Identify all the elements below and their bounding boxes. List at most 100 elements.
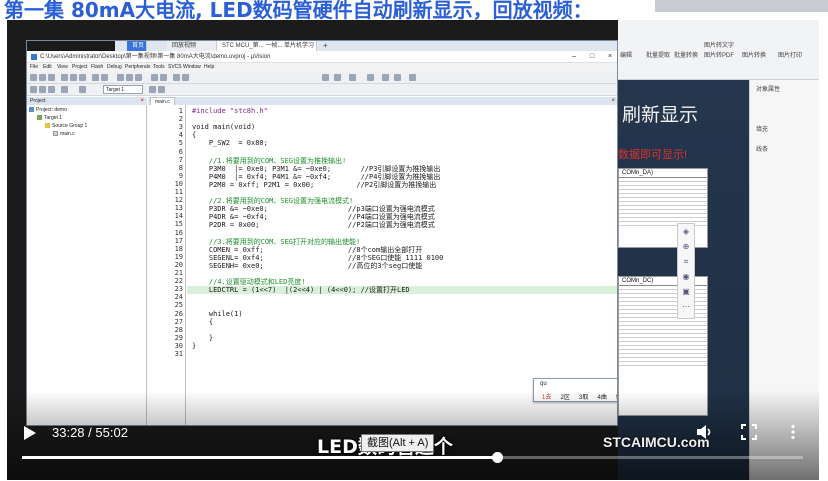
progress-knob[interactable] [491, 452, 503, 463]
find-icon[interactable] [322, 74, 329, 81]
properties-item[interactable]: 线条 [756, 144, 768, 153]
crop-icon[interactable]: ⌗ [678, 254, 694, 269]
ribbon-label[interactable]: 图片打印 [778, 50, 802, 59]
table-header: COMn_DA) [619, 169, 707, 178]
editor-file-tab[interactable]: main.c [150, 97, 175, 105]
code-line[interactable]: { [192, 131, 196, 139]
properties-title: 对象属性 [756, 87, 781, 93]
code-line[interactable]: SEGENH= 0xe0; //高位的3个seg口使能 [192, 261, 422, 271]
ribbon-label[interactable]: 图片转换 [742, 50, 766, 59]
ribbon-label[interactable]: 批量提取 [646, 50, 670, 59]
tree-item-main-c[interactable]: main.c [53, 131, 75, 138]
code-line[interactable]: P2M0 = 0xff; P2M1 = 0x00; //P2引脚设置为推挽输出 [192, 180, 436, 190]
play-icon[interactable] [24, 426, 36, 440]
tree-item-target[interactable]: Target 1 [37, 115, 62, 122]
indent-icon[interactable] [151, 74, 158, 81]
target-select[interactable]: Target 1 [103, 85, 143, 94]
save-icon[interactable] [48, 74, 55, 81]
minimize-button[interactable]: – [565, 51, 583, 63]
layers-icon[interactable]: ◈ [678, 224, 694, 239]
video-player[interactable]: 编辑 批量提取 批量转换 图片转文字 图片转PDF 图片转换 图片打印 刷新显示… [7, 20, 819, 480]
tree-item-source-group[interactable]: Source Group 1 [45, 123, 87, 130]
line-number: 25 [174, 301, 183, 310]
screen-root: 第一集 80mA大电流, LED数码管硬件自动刷新显示，回放视频： 编辑 批量提… [0, 0, 828, 481]
tab-stc[interactable]: STC MCU_第... 一帧... 单片机学习 [217, 41, 317, 51]
menu-tools[interactable]: Tools [153, 63, 165, 72]
open-file-icon[interactable] [39, 74, 46, 81]
manage-icon[interactable] [158, 86, 165, 93]
properties-item[interactable]: 填充 [756, 124, 768, 133]
code-line[interactable]: P2DR = 0x00; //P2端口设置为强电流模式 [192, 220, 435, 230]
maximize-button[interactable]: □ [583, 51, 601, 63]
volume-icon[interactable] [696, 424, 712, 440]
more-icon[interactable]: ⋯ [678, 299, 694, 314]
code-line[interactable]: } [192, 334, 213, 342]
progress-bar[interactable] [22, 452, 803, 463]
code-line[interactable]: LEDCTRL = (1<<7) |(2<<4) | (4<<0); //设置打… [192, 285, 410, 295]
code-line[interactable]: while(1) [192, 310, 243, 318]
zoom-icon[interactable]: ⊕ [678, 239, 694, 254]
slide-big-text: 刷新显示 [622, 104, 699, 126]
target-options-icon[interactable] [149, 86, 156, 93]
bookmark-next-icon[interactable] [135, 74, 142, 81]
comment-icon[interactable] [173, 74, 180, 81]
run-icon[interactable] [382, 74, 389, 81]
stop-icon[interactable] [394, 74, 401, 81]
new-tab-icon[interactable]: + [323, 41, 328, 51]
image-icon[interactable]: ▣ [678, 284, 694, 299]
color-icon[interactable]: ◉ [678, 269, 694, 284]
code-line[interactable]: } [192, 342, 196, 350]
ribbon-label[interactable]: 批量转换 [674, 50, 698, 59]
more-options-icon[interactable] [785, 424, 801, 440]
build-icon[interactable] [39, 86, 46, 93]
menu-view[interactable]: View [57, 63, 68, 72]
close-editor-icon[interactable]: × [611, 97, 615, 105]
menu-edit[interactable]: Edit [43, 63, 52, 72]
time-separator: / [84, 425, 96, 440]
ribbon-label[interactable]: 图片转文字 [704, 40, 734, 49]
menu-peripherals[interactable]: Peripherals [125, 63, 150, 72]
code-line[interactable]: P_SW2 = 0x80; [192, 139, 268, 147]
line-number: 16 [174, 228, 183, 237]
menu-bar: File Edit View Project Flash Debug Perip… [27, 63, 617, 72]
config-icon[interactable] [367, 74, 374, 81]
code-editor[interactable]: main.c × qu ‹ › 1去2区3取4曲5驱6趣7躯8屈9娶 1#inc… [148, 97, 617, 425]
breakpoint-icon[interactable] [349, 74, 356, 81]
menu-debug[interactable]: Debug [107, 63, 122, 72]
tree-item-project[interactable]: Project: demo [29, 107, 67, 114]
ribbon-label[interactable]: 编辑 [620, 50, 632, 59]
close-panel-icon[interactable]: × [140, 97, 144, 105]
close-button[interactable]: × [601, 51, 617, 63]
paste-icon[interactable] [79, 74, 86, 81]
menu-svcs[interactable]: SVCS [168, 63, 182, 72]
menu-window[interactable]: Window [183, 63, 201, 72]
menu-project[interactable]: Project [72, 63, 88, 72]
download-icon[interactable] [61, 86, 68, 93]
debug-icon[interactable] [334, 74, 341, 81]
options-icon[interactable] [79, 86, 86, 93]
fullscreen-icon[interactable] [741, 424, 757, 440]
bookmark-icon[interactable] [117, 74, 124, 81]
cut-icon[interactable] [61, 74, 68, 81]
redo-icon[interactable] [101, 74, 108, 81]
menu-flash[interactable]: Flash [91, 63, 103, 72]
menu-help[interactable]: Help [204, 63, 214, 72]
tools-icon[interactable] [409, 74, 416, 81]
new-file-icon[interactable] [30, 74, 37, 81]
menu-file[interactable]: File [30, 63, 38, 72]
unindent-icon[interactable] [160, 74, 167, 81]
undo-icon[interactable] [92, 74, 99, 81]
tab-replay[interactable]: 回放视频 [167, 41, 217, 51]
tab-bar-left [27, 41, 115, 51]
tab-home[interactable]: 首页 [127, 41, 147, 51]
ime-composition: qu [540, 381, 547, 387]
uncomment-icon[interactable] [182, 74, 189, 81]
copy-icon[interactable] [70, 74, 77, 81]
bookmark-prev-icon[interactable] [126, 74, 133, 81]
rebuild-icon[interactable] [48, 86, 55, 93]
ribbon-label[interactable]: 图片转PDF [704, 50, 734, 59]
code-line[interactable]: void main(void) [192, 123, 255, 131]
code-line[interactable]: { [192, 318, 213, 326]
code-line[interactable]: #include "stc8h.h" [192, 107, 268, 115]
compile-icon[interactable] [30, 86, 37, 93]
